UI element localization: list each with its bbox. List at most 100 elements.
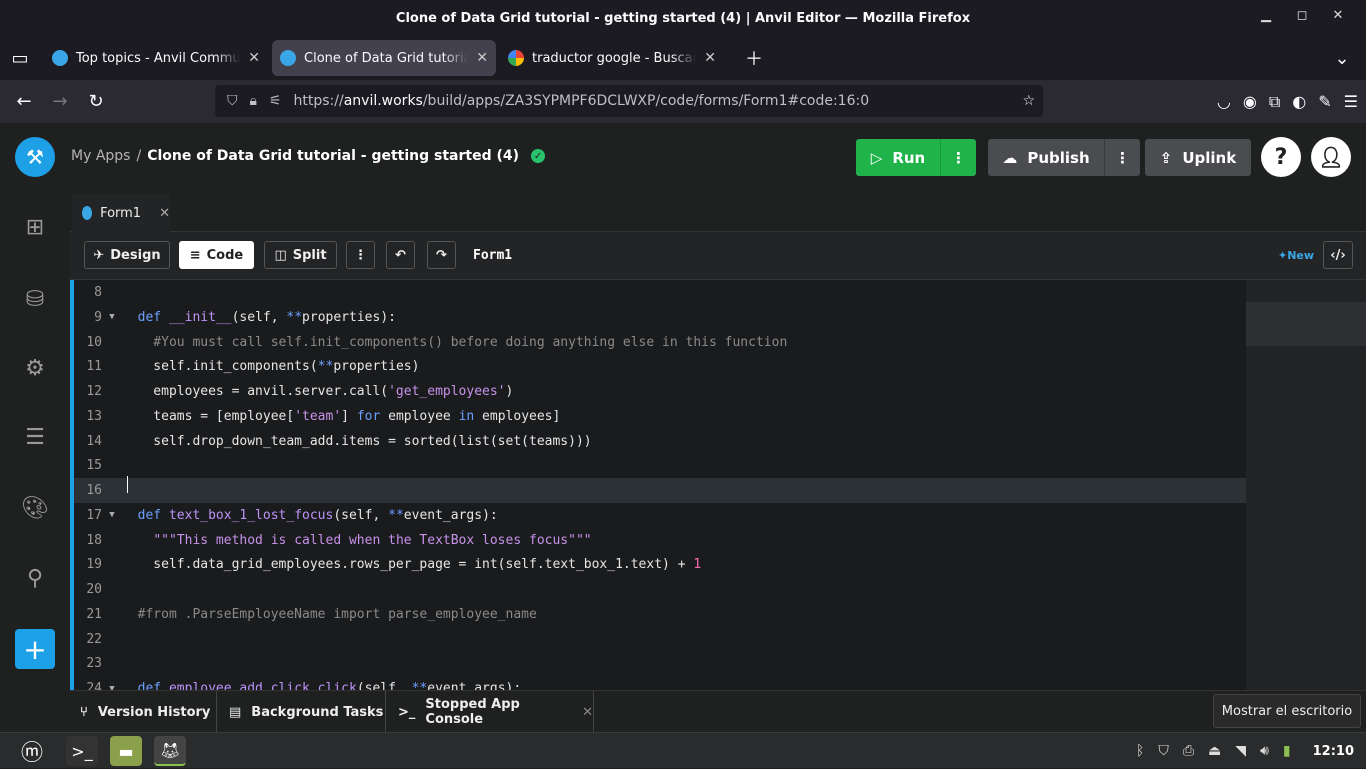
battery-icon[interactable]: ▮ [1283,743,1291,759]
code-text[interactable]: self.data_grid_employees.rows_per_page =… [122,557,701,572]
close-tab-icon[interactable]: ✕ [704,50,716,66]
search-icon[interactable]: ⚲ [20,563,50,593]
code-line[interactable]: 16 [74,478,1246,503]
user-avatar-icon[interactable]: 👤︎ [1311,137,1351,177]
mint-menu-icon[interactable]: ⓜ [16,736,48,766]
maximize-icon[interactable]: ◻ [1284,8,1320,23]
publish-options-button[interactable]: ⋮ [1104,139,1140,176]
uplink-button[interactable]: ⇪ Uplink [1145,139,1251,176]
app-name[interactable]: Clone of Data Grid tutorial - getting st… [147,148,519,164]
run-button[interactable]: ▷ Run [856,149,940,167]
list-tabs-icon[interactable]: ⌄ [1324,48,1360,69]
code-line[interactable]: 21 #from .ParseEmployeeName import parse… [74,602,1246,627]
redo-button[interactable]: ↷ [427,241,456,269]
code-line[interactable]: 18 """This method is called when the Tex… [74,528,1246,553]
app-browser-icon[interactable]: ⊞ [20,212,50,242]
shield-tray-icon[interactable]: ⛉ [1158,743,1169,759]
code-text[interactable]: #from .ParseEmployeeName import parse_em… [122,607,537,622]
url-bar[interactable]: ⛉ 🔒︎ ⚟ https://anvil.works/build/apps/ZA… [215,85,1043,117]
code-text[interactable]: employees = anvil.server.call('get_emplo… [122,384,513,399]
anvil-logo-icon[interactable]: ⚒ [15,137,55,177]
code-line[interactable]: 22 [74,627,1246,652]
shield-icon[interactable]: ⛉ [227,93,238,109]
version-history-button[interactable]: ⑂ Version History [70,691,217,733]
bluetooth-icon[interactable]: ᛒ [1136,743,1144,759]
code-editor[interactable]: 8 9 ▼ def __init__(self, **properties): 10 … [70,280,1366,690]
volume-icon[interactable]: 🔊︎ [1260,743,1269,759]
run-options-button[interactable]: ⋮ [940,139,976,176]
reload-icon[interactable]: ↻ [78,91,114,112]
code-line[interactable]: 12 employees = anvil.server.call('get_em… [74,379,1246,404]
code-line[interactable]: 20 [74,577,1246,602]
publish-button[interactable]: ☁ Publish [988,149,1104,167]
color-picker-icon[interactable]: ✎ [1318,92,1331,111]
bookmark-star-icon[interactable]: ☆ [1022,93,1035,109]
design-button[interactable]: ✈ Design [84,241,170,269]
code-line[interactable]: 9 ▼ def __init__(self, **properties): [74,305,1246,330]
code-text[interactable]: self.drop_down_team_add.items = sorted(l… [122,434,591,449]
url-text[interactable]: https://anvil.works/build/apps/ZA3SYPMPF… [294,93,870,109]
close-window-icon[interactable]: ✕ [1320,8,1356,23]
new-tab-icon[interactable]: ＋ [736,45,772,71]
split-button[interactable]: ◫ Split [264,241,337,269]
clock[interactable]: 12:10 [1313,744,1354,759]
pocket-icon[interactable]: ◡ [1217,92,1231,111]
tab-overview-icon[interactable]: ▭ [0,48,40,69]
file-tab-form1[interactable]: Form1 ✕ [72,194,170,232]
files-app-icon[interactable]: ▬ [110,736,142,766]
forward-icon[interactable]: → [42,91,78,112]
data-tables-icon[interactable]: ⛁ [20,284,50,314]
undo-button[interactable]: ↶ [386,241,415,269]
code-text[interactable]: #You must call self.init_components() be… [122,335,787,350]
code-line[interactable]: 24 ▼ def employee_add_click_click(self, *… [74,676,1246,690]
browser-tab-forum[interactable]: Top topics - Anvil Community Forum ✕ [44,40,268,76]
code-line[interactable]: 15 [74,453,1246,478]
browser-tab-google[interactable]: traductor google - Buscar con Google ✕ [500,40,724,76]
wifi-icon[interactable]: ◥ [1235,743,1246,759]
list-icon[interactable]: ☰ [20,422,50,452]
help-button[interactable]: ? [1261,137,1301,177]
background-tasks-button[interactable]: ▤ Background Tasks [217,691,386,733]
new-button[interactable]: ✦New [1278,249,1314,262]
code-text[interactable]: self.init_components(**properties) [122,359,419,374]
settings-gear-icon[interactable]: ⚙ [20,353,50,383]
code-text[interactable]: def text_box_1_lost_focus(self, **event_… [122,508,498,523]
firefox-multi-account-icon[interactable]: ◐ [1292,92,1306,111]
fold-chevron-icon[interactable]: ▼ [102,510,122,520]
code-line[interactable]: 13 teams = [employee['team'] for employe… [74,404,1246,429]
printer-icon[interactable]: ⎙ [1183,743,1194,759]
lock-icon[interactable]: 🔒︎ [250,93,257,109]
code-line[interactable]: 19 self.data_grid_employees.rows_per_pag… [74,552,1246,577]
firefox-app-icon[interactable]: 🦊︎ [154,736,186,766]
code-line[interactable]: 23 [74,651,1246,676]
code-line[interactable]: 10 #You must call self.init_components()… [74,330,1246,355]
menu-icon[interactable]: ☰ [1344,92,1358,111]
code-line[interactable]: 11 self.init_components(**properties) [74,354,1246,379]
more-options-button[interactable]: ⋮ [346,241,375,269]
close-console-icon[interactable]: ✕ [582,705,593,720]
close-tab-icon[interactable]: ✕ [476,50,488,66]
code-text[interactable]: teams = [employee['team'] for employee i… [122,409,560,424]
minimap-viewport[interactable] [1246,302,1366,346]
fold-chevron-icon[interactable]: ▼ [102,312,122,322]
breadcrumb-my-apps[interactable]: My Apps [71,148,130,164]
app-console-button[interactable]: >_ Stopped App Console ✕ [386,691,594,733]
close-file-tab-icon[interactable]: ✕ [159,206,170,221]
terminal-app-icon[interactable]: >_ [66,736,98,766]
close-tab-icon[interactable]: ✕ [248,50,260,66]
code-minimap[interactable] [1246,280,1366,690]
code-button[interactable]: ≡ Code [179,241,254,269]
theme-palette-icon[interactable]: 🎨︎ [20,493,50,523]
code-text[interactable]: def __init__(self, **properties): [122,310,396,325]
code-line[interactable]: 14 self.drop_down_team_add.items = sorte… [74,429,1246,454]
add-button[interactable]: + [15,629,55,669]
browser-tab-editor[interactable]: Clone of Data Grid tutorial - getting st… [272,40,496,76]
account-icon[interactable]: ◉ [1243,92,1257,111]
toggle-code-panel-icon[interactable]: ‹/› [1323,241,1353,269]
code-line[interactable]: 8 [74,280,1246,305]
minimize-icon[interactable]: ▁ [1248,8,1284,23]
eject-icon[interactable]: ⏏ [1208,743,1221,759]
code-text[interactable]: def employee_add_click_click(self, **eve… [122,681,522,690]
code-text[interactable]: """This method is called when the TextBo… [122,533,591,548]
code-area[interactable]: 8 9 ▼ def __init__(self, **properties): 10 … [74,280,1246,690]
